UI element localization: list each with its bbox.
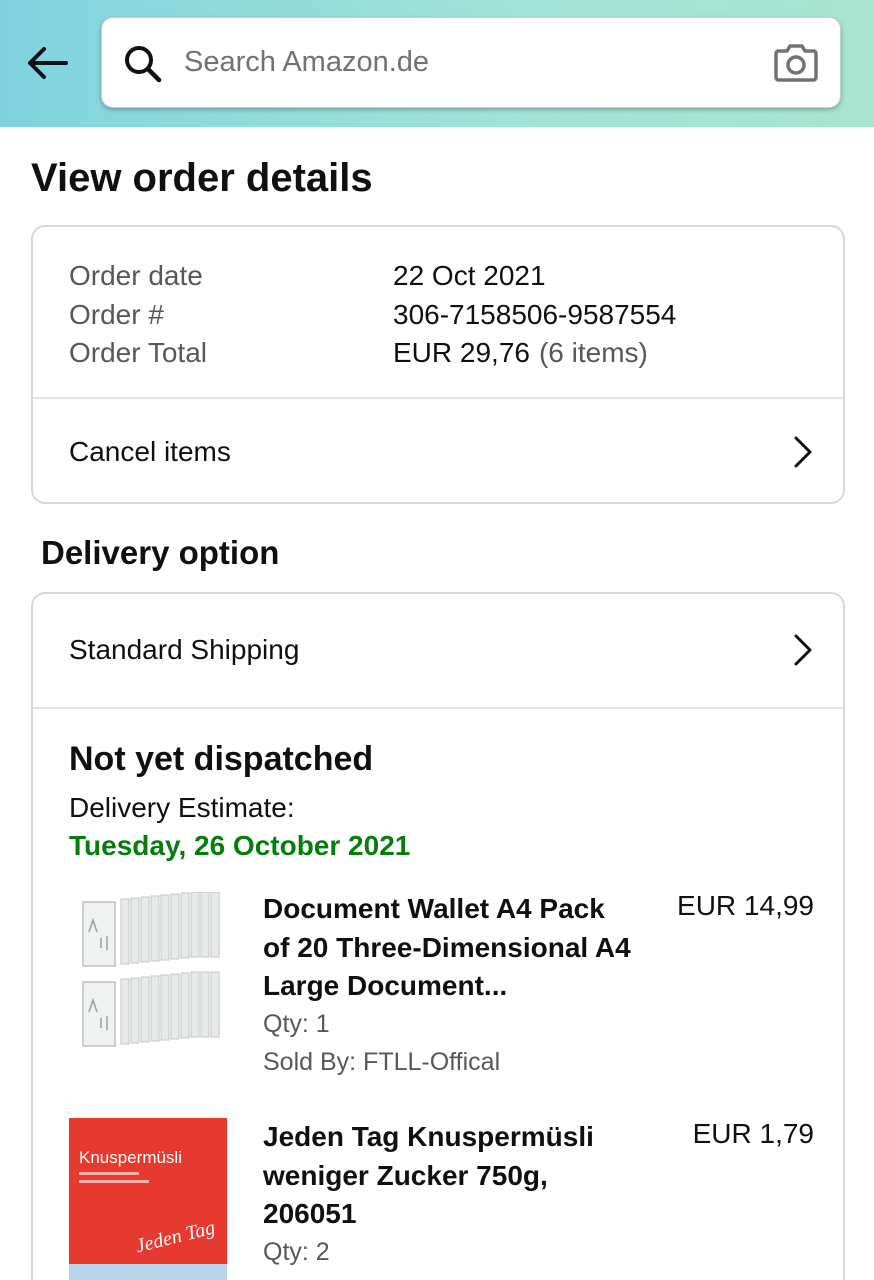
package-text-line	[79, 1172, 139, 1175]
item-seller: Sold By: FTLL-Offical	[263, 1048, 501, 1076]
document-wallet-product-image	[77, 892, 223, 1052]
order-total-items: (6 items)	[538, 337, 648, 369]
shipment-status: Not yet dispatched	[69, 740, 374, 778]
order-total-label: Order Total	[69, 337, 207, 369]
order-number-row: Order # 306-7158506-9587554	[69, 296, 676, 335]
order-info: Order date 22 Oct 2021 Order # 306-71585…	[69, 257, 676, 373]
search-input[interactable]	[184, 40, 744, 84]
item-title[interactable]: Document Wallet A4 Pack of 20 Three-Dime…	[263, 890, 633, 1006]
standard-shipping-link[interactable]: Standard Shipping	[33, 594, 843, 706]
item-title[interactable]: Jeden Tag Knuspermüsli weniger Zucker 75…	[263, 1118, 633, 1234]
arrow-left-icon	[28, 47, 68, 79]
order-total-row: Order Total EUR 29,76 (6 items)	[69, 334, 676, 373]
item-price: EUR 14,99	[677, 890, 814, 921]
package-logo-text: Jeden Tag	[133, 1216, 218, 1258]
delivery-option-title: Delivery option	[41, 534, 280, 571]
cancel-items-link[interactable]: Cancel items	[33, 399, 843, 504]
search-box[interactable]	[101, 17, 841, 108]
muesli-product-image: Knuspermüsli Jeden Tag	[69, 1118, 227, 1280]
delivery-card: Standard Shipping Not yet dispatched Del…	[31, 592, 845, 1280]
item-quantity: Qty: 2	[263, 1238, 330, 1266]
order-total-value: EUR 29,76	[393, 337, 530, 369]
order-item[interactable]: Document Wallet A4 Pack of 20 Three-Dime…	[69, 890, 814, 1090]
page-title: View order details	[31, 156, 373, 200]
delivery-estimate-label: Delivery Estimate:	[69, 792, 295, 823]
camera-icon[interactable]	[772, 42, 820, 84]
chevron-right-icon	[794, 634, 812, 666]
back-button[interactable]	[24, 40, 70, 86]
order-date-row: Order date 22 Oct 2021	[69, 257, 676, 296]
order-date-value: 22 Oct 2021	[393, 260, 546, 292]
item-quantity: Qty: 1	[263, 1010, 330, 1038]
chevron-right-icon	[794, 436, 812, 467]
order-number-label: Order #	[69, 298, 164, 330]
order-item[interactable]: Knuspermüsli Jeden Tag Jeden Tag Knusper…	[69, 1118, 814, 1280]
shipping-label: Standard Shipping	[69, 634, 300, 665]
search-icon	[125, 46, 162, 83]
item-price: EUR 1,79	[692, 1118, 814, 1149]
package-stripe	[69, 1264, 227, 1280]
delivery-estimate-date: Tuesday, 26 October 2021	[69, 830, 411, 861]
order-number-value: 306-7158506-9587554	[393, 298, 677, 330]
order-summary-card: Order date 22 Oct 2021 Order # 306-71585…	[31, 225, 845, 504]
package-brand-text: Knuspermüsli	[79, 1148, 182, 1167]
package-text-line	[79, 1180, 149, 1183]
order-date-label: Order date	[69, 260, 203, 292]
cancel-items-label: Cancel items	[69, 435, 231, 467]
top-header	[0, 0, 874, 127]
divider	[33, 707, 843, 709]
